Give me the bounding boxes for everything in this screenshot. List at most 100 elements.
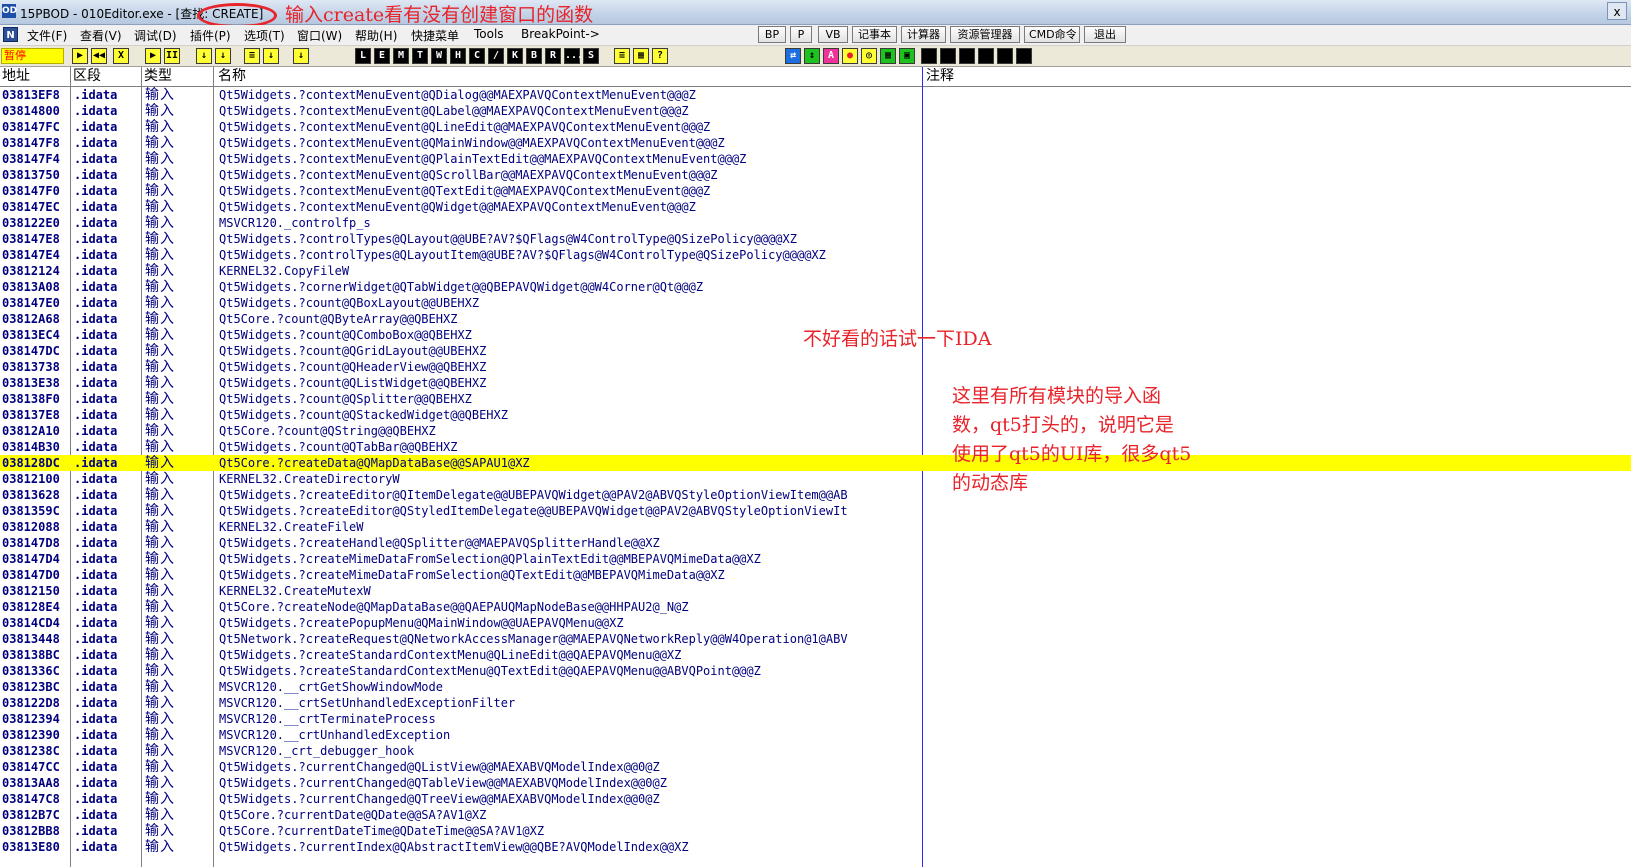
trace-over-icon[interactable]: ↓ <box>263 48 279 64</box>
table-row[interactable]: 03813A08 .idata 输入 Qt5Widgets.?cornerWidget… <box>0 279 1631 295</box>
windows-window-icon[interactable]: W <box>431 48 447 64</box>
p-button[interactable]: P <box>790 26 812 43</box>
blank-tool-icon[interactable] <box>997 48 1013 64</box>
table-icon[interactable]: ▦ <box>880 48 896 64</box>
menu-tools[interactable]: Tools <box>474 27 504 41</box>
column-name[interactable]: 名称 <box>216 67 916 86</box>
execute-till-return-icon[interactable]: ↓ <box>293 48 309 64</box>
table-row[interactable]: 038147F8 .idata 输入 Qt5Widgets.?contextMenuE… <box>0 135 1631 151</box>
close-button[interactable]: x <box>1607 2 1627 20</box>
cmd-button[interactable]: CMD命令 <box>1024 26 1080 43</box>
table-row[interactable]: 03813E38 .idata 输入 Qt5Widgets.?count@QListW… <box>0 375 1631 391</box>
memory-window-icon[interactable]: M <box>393 48 409 64</box>
table-row[interactable]: 03813EF8 .idata 输入 Qt5Widgets.?contextMenuE… <box>0 87 1631 103</box>
rewind-icon[interactable]: ◀◀ <box>91 48 107 64</box>
table-row[interactable]: 03813E80 .idata 输入 Qt5Widgets.?currentIndex… <box>0 839 1631 855</box>
table-row[interactable]: 038122D8 .idata 输入 MSVCR120.__crtSetUnhandl… <box>0 695 1631 711</box>
table-row[interactable]: 038147E8 .idata 输入 Qt5Widgets.?controlTypes… <box>0 231 1631 247</box>
cpu-window-icon[interactable]: C <box>469 48 485 64</box>
vb-button[interactable]: VB <box>818 26 848 43</box>
table-row[interactable]: 03812100 .idata 输入 KERNEL32.CreateDirectory… <box>0 471 1631 487</box>
a-icon[interactable]: A <box>823 48 839 64</box>
menu-plugins[interactable]: 插件(P) <box>190 27 231 44</box>
up-down-icon[interactable]: ↕ <box>804 48 820 64</box>
explorer-button[interactable]: 资源管理器 <box>950 26 1020 43</box>
table-row[interactable]: 03813AA8 .idata 输入 Qt5Widgets.?currentChang… <box>0 775 1631 791</box>
menu-file[interactable]: 文件(F) <box>27 27 67 44</box>
swap-icon[interactable]: ⇄ <box>785 48 801 64</box>
table-row[interactable]: 038147E0 .idata 输入 Qt5Widgets.?count@QBoxLa… <box>0 295 1631 311</box>
column-address[interactable]: 地址 <box>0 67 70 86</box>
table-row[interactable]: 038147EC .idata 输入 Qt5Widgets.?contextMenuE… <box>0 199 1631 215</box>
table-row[interactable]: 0381238C .idata 输入 MSVCR120._crt_debugger_h… <box>0 743 1631 759</box>
menu-window[interactable]: 窗口(W) <box>297 27 342 44</box>
call-stack-window-icon[interactable]: K <box>507 48 523 64</box>
menu-debug[interactable]: 调试(D) <box>134 27 177 44</box>
list-icon[interactable]: ≡ <box>614 48 630 64</box>
panel-icon[interactable]: ▣ <box>899 48 915 64</box>
menu-logo-icon[interactable]: N <box>3 27 18 42</box>
source-window-icon[interactable]: S <box>583 48 599 64</box>
grid-icon[interactable]: ▦ <box>633 48 649 64</box>
play-icon[interactable]: ▶ <box>145 48 161 64</box>
table-row[interactable]: 038147D4 .idata 输入 Qt5Widgets.?createMimeDa… <box>0 551 1631 567</box>
log-window-icon[interactable]: L <box>355 48 371 64</box>
column-section[interactable]: 区段 <box>71 67 141 86</box>
column-comment[interactable]: 注释 <box>924 67 1624 86</box>
close-file-icon[interactable]: X <box>113 48 129 64</box>
breakpoints-window-icon[interactable]: B <box>526 48 542 64</box>
table-row[interactable]: 038138BC .idata 输入 Qt5Widgets.?createStanda… <box>0 647 1631 663</box>
table-row[interactable]: 038138F0 .idata 输入 Qt5Widgets.?count@QSplit… <box>0 391 1631 407</box>
trace-into-icon[interactable]: ≡ <box>244 48 260 64</box>
record-icon[interactable]: ● <box>842 48 858 64</box>
blank-tool-icon[interactable] <box>921 48 937 64</box>
help-icon[interactable]: ? <box>652 48 668 64</box>
table-row[interactable]: 03812088 .idata 输入 KERNEL32.CreateFileW <box>0 519 1631 535</box>
notepad-button[interactable]: 记事本 <box>852 26 897 43</box>
table-row[interactable]: 03812A10 .idata 输入 Qt5Core.?count@QString@@… <box>0 423 1631 439</box>
blank-tool-icon[interactable] <box>1016 48 1032 64</box>
table-row[interactable]: 03812BB8 .idata 输入 Qt5Core.?currentDateTime… <box>0 823 1631 839</box>
bp-button[interactable]: BP <box>758 26 786 43</box>
table-row[interactable]: 03813738 .idata 输入 Qt5Widgets.?count@QHeade… <box>0 359 1631 375</box>
column-type[interactable]: 类型 <box>142 67 212 86</box>
table-row[interactable]: 03812150 .idata 输入 KERNEL32.CreateMutexW <box>0 583 1631 599</box>
patches-window-icon[interactable]: / <box>488 48 504 64</box>
table-row[interactable]: 0381336C .idata 输入 Qt5Widgets.?createStanda… <box>0 663 1631 679</box>
references-window-icon[interactable]: R <box>545 48 561 64</box>
table-row[interactable]: 038147CC .idata 输入 Qt5Widgets.?currentChang… <box>0 759 1631 775</box>
table-row[interactable]: 03812B7C .idata 输入 Qt5Core.?currentDate@QDa… <box>0 807 1631 823</box>
table-row[interactable]: 038147F0 .idata 输入 Qt5Widgets.?contextMenuE… <box>0 183 1631 199</box>
table-row[interactable]: 038128DC .idata 输入 Qt5Core.?createData@QMap… <box>0 455 1631 471</box>
menu-shortcuts[interactable]: 快捷菜单 <box>411 27 459 44</box>
table-row[interactable]: 03812390 .idata 输入 MSVCR120.__crtUnhandledE… <box>0 727 1631 743</box>
table-row[interactable]: 03814800 .idata 输入 Qt5Widgets.?contextMenuE… <box>0 103 1631 119</box>
menu-view[interactable]: 查看(V) <box>80 27 122 44</box>
table-row[interactable]: 038147FC .idata 输入 Qt5Widgets.?contextMenuE… <box>0 119 1631 135</box>
table-row[interactable]: 038147D0 .idata 输入 Qt5Widgets.?createMimeDa… <box>0 567 1631 583</box>
table-row[interactable]: 038128E4 .idata 输入 Qt5Core.?createNode@QMap… <box>0 599 1631 615</box>
step-over-icon[interactable]: ↓ <box>215 48 231 64</box>
table-row[interactable]: 0381359C .idata 输入 Qt5Widgets.?createEditor… <box>0 503 1631 519</box>
table-row[interactable]: 03814CD4 .idata 输入 Qt5Widgets.?createPopupM… <box>0 615 1631 631</box>
pause-icon[interactable]: II <box>164 48 180 64</box>
table-row[interactable]: 03812124 .idata 输入 KERNEL32.CopyFileW <box>0 263 1631 279</box>
handles-window-icon[interactable]: H <box>450 48 466 64</box>
table-row[interactable]: 038147F4 .idata 输入 Qt5Widgets.?contextMenuE… <box>0 151 1631 167</box>
table-row[interactable]: 03813750 .idata 输入 Qt5Widgets.?contextMenuE… <box>0 167 1631 183</box>
table-row[interactable]: 03813448 .idata 输入 Qt5Network.?createReques… <box>0 631 1631 647</box>
table-row[interactable]: 038137E8 .idata 输入 Qt5Widgets.?count@QStack… <box>0 407 1631 423</box>
modules-window-icon[interactable]: E <box>374 48 390 64</box>
table-row[interactable]: 038122E0 .idata 输入 MSVCR120._controlfp_s <box>0 215 1631 231</box>
table-row[interactable]: 03814B30 .idata 输入 Qt5Widgets.?count@QTabBa… <box>0 439 1631 455</box>
blank-tool-icon[interactable] <box>940 48 956 64</box>
menu-help[interactable]: 帮助(H) <box>355 27 397 44</box>
target-icon[interactable]: ◎ <box>861 48 877 64</box>
table-row[interactable]: 03813628 .idata 输入 Qt5Widgets.?createEditor… <box>0 487 1631 503</box>
calculator-button[interactable]: 计算器 <box>901 26 946 43</box>
exit-button[interactable]: 退出 <box>1084 26 1126 43</box>
menu-breakpoint[interactable]: BreakPoint-> <box>521 27 600 41</box>
blank-tool-icon[interactable] <box>978 48 994 64</box>
table-row[interactable]: 038147C8 .idata 输入 Qt5Widgets.?currentChang… <box>0 791 1631 807</box>
run-icon[interactable]: ▶ <box>72 48 88 64</box>
